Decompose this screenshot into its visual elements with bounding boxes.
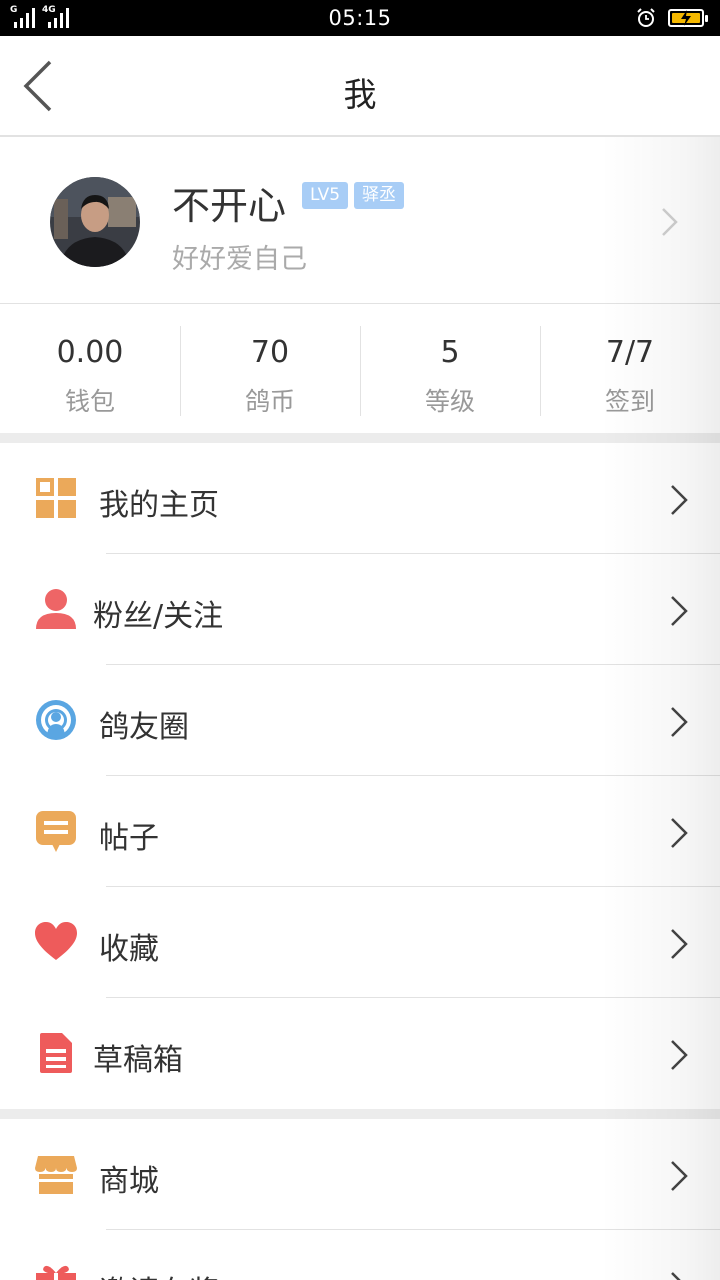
- stat-value: 70: [250, 335, 290, 370]
- profile-signature: 好好爱自己: [172, 244, 307, 275]
- section-divider: [0, 433, 720, 443]
- menu-item-label: 帖子: [99, 821, 159, 856]
- chevron-right-icon: [671, 707, 688, 737]
- stat-coins[interactable]: 70 鸽币: [180, 305, 360, 433]
- menu-item-homepage[interactable]: 我的主页: [0, 443, 720, 554]
- chevron-right-icon: [671, 1040, 688, 1070]
- profile-chevron-right-icon: [662, 208, 678, 236]
- menu-item-favorites[interactable]: 收藏: [0, 887, 720, 998]
- menu-item-followers[interactable]: 粉丝/关注: [0, 554, 720, 665]
- menu-item-label: 收藏: [99, 932, 159, 967]
- menu-item-label: 邀请有奖: [99, 1267, 219, 1280]
- battery-icon: [668, 9, 708, 27]
- menu-item-friend-circle[interactable]: 鸽友圈: [0, 665, 720, 776]
- stat-level[interactable]: 5 等级: [360, 305, 540, 433]
- menu-item-invite[interactable]: 邀请有奖: [0, 1230, 720, 1280]
- status-bar: G 4G 05:15: [0, 0, 720, 36]
- grid-icon: [36, 478, 76, 518]
- stat-value: 7/7: [605, 335, 655, 370]
- section-divider: [0, 1109, 720, 1119]
- broadcast-icon: [36, 700, 76, 740]
- stat-checkin[interactable]: 7/7 签到: [540, 305, 720, 433]
- stat-value: 5: [440, 335, 460, 370]
- chevron-right-icon: [671, 596, 688, 626]
- page-title: 我: [343, 75, 377, 114]
- clock: 05:15: [328, 6, 392, 30]
- menu-item-label: 我的主页: [99, 488, 219, 523]
- menu-item-drafts[interactable]: 草稿箱: [0, 998, 720, 1109]
- chevron-right-icon: [671, 1161, 688, 1191]
- stat-label: 钱包: [64, 387, 115, 416]
- menu-item-label: 粉丝/关注: [93, 599, 224, 634]
- document-icon: [40, 1033, 72, 1073]
- stat-label: 等级: [424, 387, 475, 416]
- heart-icon: [35, 922, 77, 960]
- title-bar: 我: [0, 36, 720, 137]
- stat-label: 签到: [604, 387, 655, 416]
- gift-icon: [36, 1265, 76, 1280]
- chevron-right-icon: [671, 1272, 681, 1280]
- message-icon: [36, 811, 76, 852]
- level-badge: LV5: [302, 182, 349, 209]
- menu-item-label: 草稿箱: [93, 1043, 183, 1078]
- role-badge: 驿丞: [354, 182, 404, 209]
- menu-item-label: 鸽友圈: [99, 710, 189, 745]
- profile-card[interactable]: 不开心 LV5 驿丞 好好爱自己: [0, 139, 720, 304]
- stat-wallet[interactable]: 0.00 钱包: [0, 305, 180, 433]
- menu-item-store[interactable]: 商城: [0, 1119, 720, 1230]
- alarm-icon: [637, 8, 655, 27]
- avatar[interactable]: [50, 177, 140, 267]
- menu-item-posts[interactable]: 帖子: [0, 776, 720, 887]
- person-icon: [36, 589, 76, 629]
- stat-value: 0.00: [56, 335, 124, 370]
- stats-bar: 0.00 钱包 70 鸽币 5 等级 7/7 签到: [0, 305, 720, 433]
- stat-label: 鸽币: [244, 387, 295, 416]
- chevron-right-icon: [671, 929, 688, 959]
- chevron-right-icon: [671, 485, 688, 515]
- profile-name: 不开心: [172, 184, 287, 228]
- chevron-right-icon: [671, 818, 688, 848]
- menu-item-label: 商城: [99, 1164, 159, 1199]
- store-icon: [35, 1156, 77, 1194]
